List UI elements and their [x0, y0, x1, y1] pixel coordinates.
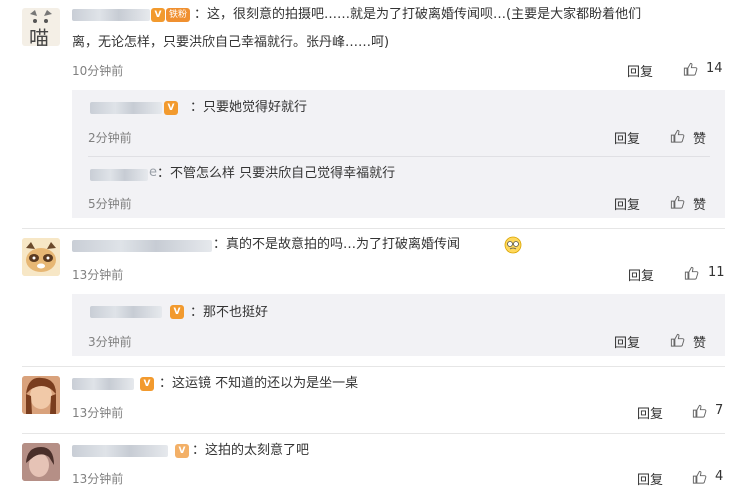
person-avatar-icon: [22, 376, 60, 414]
reply-text: ：不管怎么样 只要洪欣自己觉得幸福就行: [157, 166, 396, 181]
like-label[interactable]: 赞: [693, 194, 706, 213]
divider: [22, 228, 725, 229]
member-badge-icon[interactable]: V: [151, 8, 165, 22]
reply-button[interactable]: 回复: [637, 403, 663, 422]
divider: [22, 433, 725, 434]
dizzy-emoji-icon: [504, 236, 522, 254]
member-badge-icon[interactable]: V: [164, 101, 178, 115]
reply-username[interactable]: [90, 306, 162, 318]
username[interactable]: [72, 378, 134, 390]
like-label[interactable]: 赞: [693, 332, 706, 351]
thumbs-up-icon[interactable]: [670, 129, 685, 143]
member-badge-icon[interactable]: V: [170, 305, 184, 319]
avatar[interactable]: [22, 238, 60, 276]
thumbs-up-icon[interactable]: [692, 404, 707, 418]
username[interactable]: [72, 445, 168, 457]
person-avatar-icon: [22, 443, 60, 481]
thumbs-up-icon[interactable]: [670, 195, 685, 209]
avatar[interactable]: [22, 376, 60, 414]
avatar[interactable]: [22, 443, 60, 481]
reply-text: ：只要她觉得好就行: [190, 100, 308, 115]
avatar-glyph: 喵: [29, 26, 49, 46]
username[interactable]: [72, 240, 212, 252]
divider: [88, 156, 710, 157]
comment-time: 10分钟前: [72, 64, 124, 78]
reply-button[interactable]: 回复: [614, 128, 640, 147]
reply-username[interactable]: [90, 102, 162, 114]
thumbs-up-icon[interactable]: [684, 266, 699, 280]
thumbs-up-icon[interactable]: [692, 470, 707, 484]
reply-button[interactable]: 回复: [614, 332, 640, 351]
like-count: 11: [708, 265, 725, 280]
reply-text: ：那不也挺好: [190, 305, 269, 320]
like-count: 4: [715, 469, 724, 484]
reply-button[interactable]: 回复: [637, 469, 663, 488]
like-label[interactable]: 赞: [693, 128, 706, 147]
reply-button[interactable]: 回复: [628, 265, 654, 284]
reply-button[interactable]: 回复: [614, 194, 640, 213]
divider: [22, 366, 725, 367]
comment-text: ：这，很刻意的拍摄吧……就是为了打破离婚传闻呗…(主要是大家都盼着他们: [194, 7, 642, 22]
fan-badge: 铁粉: [166, 8, 191, 22]
thumbs-up-icon[interactable]: [670, 333, 685, 347]
member-badge-icon[interactable]: V: [140, 377, 154, 391]
reply-button[interactable]: 回复: [627, 61, 653, 80]
comment-text: ：这拍的太刻意了吧: [192, 443, 310, 458]
thumbs-up-icon[interactable]: [683, 62, 698, 76]
username[interactable]: [72, 9, 150, 21]
like-count: 14: [706, 61, 723, 76]
comment-time: 13分钟前: [72, 406, 124, 420]
comment-time: 13分钟前: [72, 472, 124, 486]
reply-time: 5分钟前: [88, 197, 132, 211]
raccoon-avatar-icon: [22, 238, 60, 276]
comment-text: ：真的不是故意拍的吗…为了打破离婚传闻: [213, 237, 461, 252]
reply-username[interactable]: [90, 169, 148, 181]
reply-time: 3分钟前: [88, 335, 132, 349]
comment-time: 13分钟前: [72, 268, 124, 282]
reply-username-suffix[interactable]: e: [149, 165, 157, 180]
comment-text-continued: 离，无论怎样，只要洪欣自己幸福就行。张丹峰……呵): [72, 35, 390, 50]
member-badge-icon[interactable]: V: [175, 444, 189, 458]
avatar[interactable]: 喵: [22, 8, 60, 46]
reply-time: 2分钟前: [88, 131, 132, 145]
like-count: 7: [715, 403, 724, 418]
comment-text: ：这运镜 不知道的还以为是坐一桌: [159, 376, 359, 391]
